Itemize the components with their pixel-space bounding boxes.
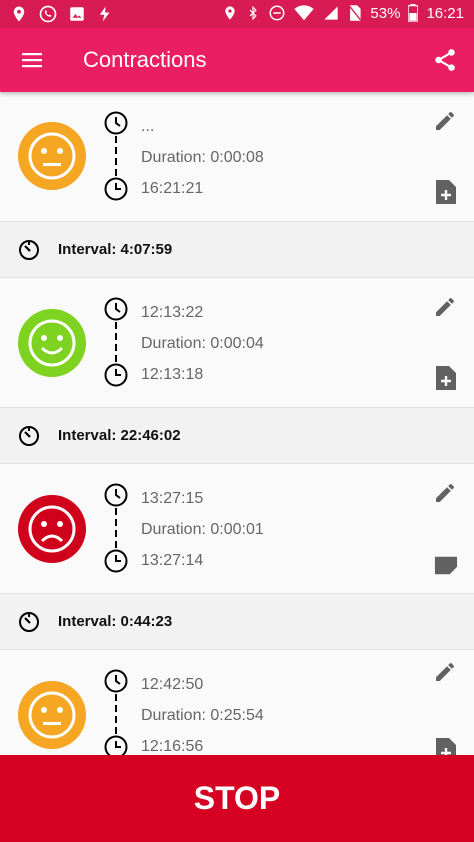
timer-icon	[19, 240, 39, 260]
wifi-icon	[294, 5, 315, 21]
start-time: 12:13:18	[141, 366, 204, 383]
edit-icon[interactable]	[433, 109, 457, 133]
happy-face-icon	[18, 309, 86, 377]
add-note-icon[interactable]	[434, 179, 458, 205]
whatsapp-icon	[39, 5, 57, 23]
start-time: 16:21:21	[141, 180, 204, 197]
menu-icon[interactable]	[20, 48, 44, 72]
timeline	[104, 669, 128, 755]
end-time: 13:27:15	[141, 490, 204, 507]
interval-row: Interval: 22:46:02	[0, 408, 474, 464]
add-note-icon[interactable]	[434, 737, 458, 755]
sad-face-icon	[18, 495, 86, 563]
interval-row: Interval: 0:44:23	[0, 594, 474, 650]
map-pin-icon	[13, 6, 25, 22]
image-icon	[70, 7, 84, 21]
contraction-list[interactable]: ... Duration: 0:00:08 16:21:21 Interval:…	[0, 92, 474, 755]
clock: 16:21	[426, 4, 464, 22]
timer-icon	[19, 426, 39, 446]
stop-button[interactable]: STOP	[0, 755, 474, 842]
app-bar: Contractions	[0, 28, 474, 92]
edit-icon[interactable]	[433, 660, 457, 684]
status-bar: 53% 16:21	[0, 0, 474, 28]
interval-row: Interval: 4:07:59	[0, 222, 474, 278]
duration: Duration: 0:00:01	[141, 521, 264, 538]
flash-icon	[99, 6, 110, 22]
end-time: 12:13:22	[141, 304, 204, 321]
start-time: 13:27:14	[141, 552, 204, 569]
edit-icon[interactable]	[433, 481, 457, 505]
timeline	[104, 297, 128, 387]
battery-icon	[408, 4, 419, 22]
timeline	[104, 111, 128, 201]
do-not-disturb-icon	[269, 5, 285, 21]
end-time: 12:42:50	[141, 676, 204, 693]
timer-icon	[19, 612, 39, 632]
timeline	[104, 483, 128, 573]
start-time: 12:16:56	[141, 738, 204, 755]
contraction-card[interactable]: 12:13:22 Duration: 0:00:04 12:13:18	[0, 278, 474, 408]
duration: Duration: 0:00:08	[141, 149, 264, 166]
interval-label: Interval: 22:46:02	[58, 427, 181, 444]
share-icon[interactable]	[432, 47, 458, 73]
no-sim-icon	[349, 5, 362, 21]
location-icon	[225, 6, 236, 20]
duration: Duration: 0:00:04	[141, 335, 264, 352]
contraction-card[interactable]: 13:27:15 Duration: 0:00:01 13:27:14	[0, 464, 474, 594]
edit-icon[interactable]	[433, 295, 457, 319]
contraction-card[interactable]: 12:42:50 Duration: 0:25:54 12:16:56	[0, 650, 474, 755]
page-title: Contractions	[83, 47, 207, 72]
neutral-face-icon	[18, 681, 86, 749]
battery-percent: 53%	[370, 4, 401, 22]
interval-label: Interval: 4:07:59	[58, 241, 173, 258]
signal-icon	[324, 6, 339, 20]
neutral-face-icon	[18, 122, 86, 190]
end-time: ...	[141, 118, 155, 135]
bluetooth-icon	[250, 5, 258, 21]
interval-label: Interval: 0:44:23	[58, 613, 173, 630]
note-icon[interactable]	[434, 552, 458, 578]
contraction-card[interactable]: ... Duration: 0:00:08 16:21:21	[0, 92, 474, 222]
duration: Duration: 0:25:54	[141, 707, 264, 724]
add-note-icon[interactable]	[434, 365, 458, 391]
